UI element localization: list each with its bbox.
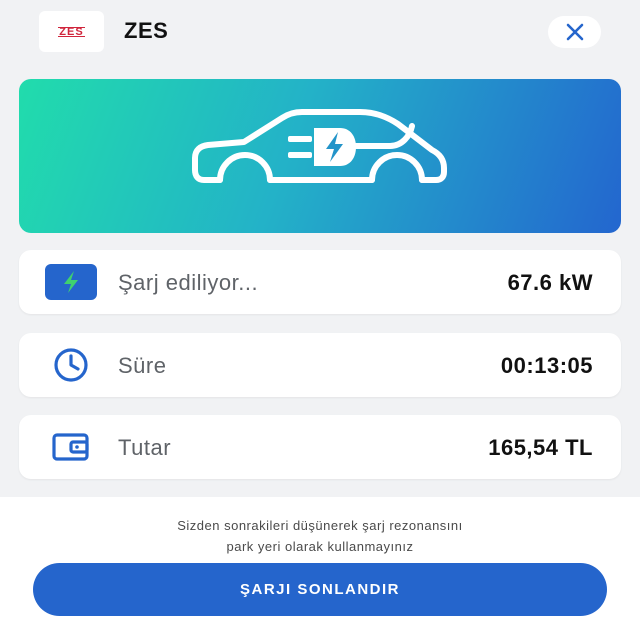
clock-icon bbox=[54, 348, 88, 382]
electric-car-icon bbox=[192, 109, 447, 183]
parking-notice: Sizden sonrakileri düşünerek şarj rezona… bbox=[0, 515, 640, 557]
stat-value-duration: 00:13:05 bbox=[500, 353, 593, 378]
clock-badge bbox=[45, 347, 97, 383]
bolt-badge bbox=[45, 264, 97, 300]
logo-text: ZES bbox=[58, 25, 85, 38]
page-title: ZES bbox=[124, 18, 169, 43]
stat-value-amount: 165,54 TL bbox=[488, 435, 593, 460]
stat-value-power: 67.6 kW bbox=[507, 270, 593, 295]
stat-label-amount: Tutar bbox=[118, 435, 172, 460]
wallet-icon bbox=[52, 433, 89, 461]
bottom-panel: Sizden sonrakileri düşünerek şarj rezona… bbox=[0, 497, 640, 640]
stat-label-duration: Süre bbox=[118, 353, 167, 378]
header: ZES ZES bbox=[0, 0, 640, 64]
zes-logo: ZES bbox=[39, 11, 104, 52]
close-button[interactable] bbox=[548, 16, 601, 48]
notice-line-1: Sizden sonrakileri düşünerek şarj rezona… bbox=[177, 518, 463, 533]
notice-line-2: park yeri olarak kullanmayınız bbox=[226, 539, 414, 554]
hero-banner bbox=[19, 79, 621, 233]
wallet-badge bbox=[45, 429, 97, 465]
end-charging-button[interactable]: ŞARJI SONLANDIR bbox=[33, 563, 607, 616]
charging-session-screen: ZES ZES Şarj ediliyor... 67.6 kW Süre 00… bbox=[0, 0, 640, 640]
stat-card-duration: Süre 00:13:05 bbox=[19, 333, 621, 397]
stat-card-amount: Tutar 165,54 TL bbox=[19, 415, 621, 479]
stat-label-charging: Şarj ediliyor... bbox=[118, 270, 259, 295]
bolt-icon bbox=[45, 264, 97, 300]
close-icon bbox=[566, 23, 583, 41]
stat-card-charging: Şarj ediliyor... 67.6 kW bbox=[19, 250, 621, 314]
